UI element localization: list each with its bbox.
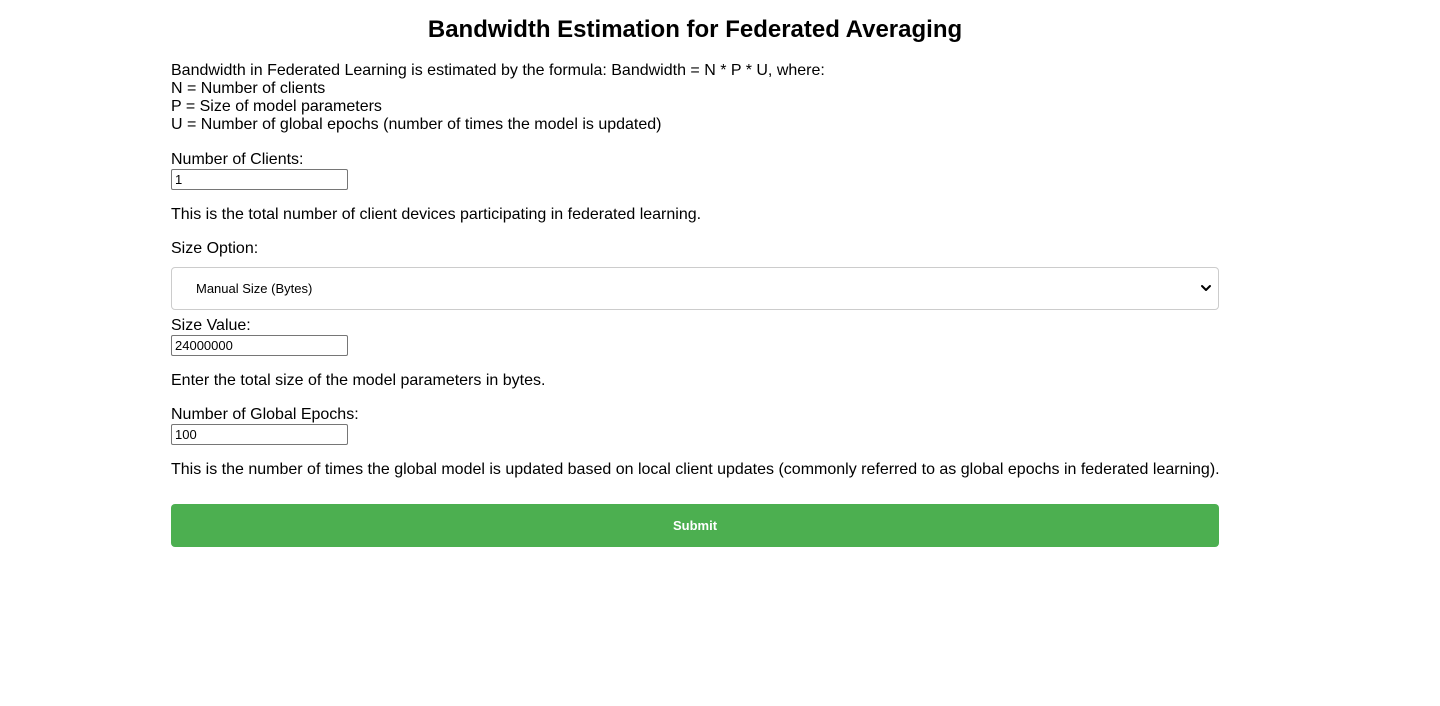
- size-value-field-group: Size Value:: [171, 317, 348, 356]
- epochs-label: Number of Global Epochs:: [171, 406, 359, 423]
- size-value-input[interactable]: [171, 335, 348, 356]
- formula-description: Bandwidth in Federated Learning is estim…: [171, 62, 825, 134]
- size-option-label: Size Option:: [171, 240, 259, 257]
- epochs-input[interactable]: [171, 424, 348, 445]
- size-value-help-text: Enter the total size of the model parame…: [171, 372, 546, 389]
- formula-p-definition: P = Size of model parameters: [171, 98, 382, 115]
- size-value-label: Size Value:: [171, 317, 251, 334]
- submit-button[interactable]: Submit: [171, 504, 1219, 547]
- page-title: Bandwidth Estimation for Federated Avera…: [427, 16, 963, 43]
- size-option-select[interactable]: Manual Size (Bytes): [171, 267, 1219, 310]
- clients-field-group: Number of Clients:: [171, 151, 348, 190]
- formula-n-definition: N = Number of clients: [171, 80, 326, 97]
- epochs-field-group: Number of Global Epochs:: [171, 406, 359, 445]
- formula-line: Bandwidth in Federated Learning is estim…: [171, 62, 825, 79]
- clients-input[interactable]: [171, 169, 348, 190]
- formula-u-definition: U = Number of global epochs (number of t…: [171, 116, 662, 133]
- epochs-help-text: This is the number of times the global m…: [171, 461, 1220, 478]
- clients-help-text: This is the total number of client devic…: [171, 206, 702, 223]
- size-option-selected-value: Manual Size (Bytes): [196, 281, 313, 296]
- clients-label: Number of Clients:: [171, 151, 304, 168]
- chevron-down-icon: [1201, 285, 1211, 291]
- form-container: Bandwidth in Federated Learning is estim…: [171, 62, 1220, 547]
